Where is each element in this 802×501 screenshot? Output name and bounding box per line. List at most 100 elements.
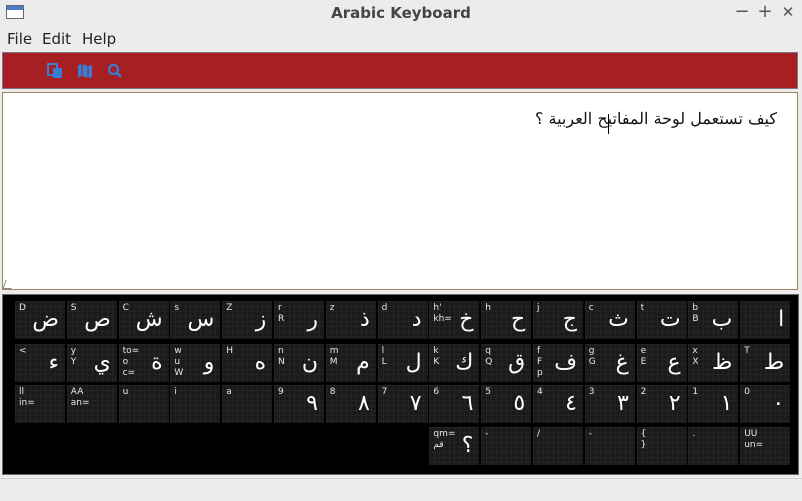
key-arabic-label: ع bbox=[667, 350, 681, 375]
key-r3-c12[interactable]: 3٣ bbox=[584, 385, 635, 423]
key-r4-c6[interactable]: . bbox=[688, 427, 739, 465]
key-r4-c4[interactable]: - bbox=[584, 427, 635, 465]
key-r1-c5[interactable]: Zز bbox=[222, 301, 273, 339]
key-arabic-label: ظ bbox=[712, 350, 733, 375]
key-r1-c13[interactable]: tت bbox=[636, 301, 687, 339]
key-latin-label: / bbox=[537, 429, 541, 439]
key-r2-c11[interactable]: f F pف bbox=[533, 344, 583, 382]
key-latin-label: h bbox=[485, 303, 491, 313]
key-r1-c14[interactable]: b Bب bbox=[688, 301, 739, 339]
key-r3-c15[interactable]: 0٠ bbox=[740, 385, 791, 423]
key-latin-label: i bbox=[174, 387, 177, 397]
key-r2-c8[interactable]: l Lل bbox=[377, 344, 428, 382]
key-r2-c12[interactable]: g Gغ bbox=[584, 344, 635, 382]
search-icon[interactable] bbox=[106, 62, 124, 80]
editor-text[interactable]: كيف تستعمل لوحة المفاتيح العربية ؟ bbox=[535, 109, 777, 128]
key-r1-c2[interactable]: Sص bbox=[66, 301, 117, 339]
key-r1-c6[interactable]: r Rر bbox=[274, 301, 324, 339]
key-latin-label: n N bbox=[278, 346, 285, 367]
key-r2-c6[interactable]: n Nن bbox=[274, 344, 324, 382]
key-r3-c7[interactable]: 8٨ bbox=[325, 385, 376, 423]
key-r2-c5[interactable]: Hه bbox=[222, 344, 273, 382]
key-arabic-label: ص bbox=[84, 307, 111, 332]
key-r2-c7[interactable]: m Mم bbox=[325, 344, 376, 382]
key-arabic-label: د bbox=[411, 307, 422, 332]
key-r3-c13[interactable]: 2٢ bbox=[636, 385, 687, 423]
key-r1-c9[interactable]: h' kh= خ bbox=[429, 301, 480, 339]
key-r4-c2[interactable]: - bbox=[481, 427, 532, 465]
key-arabic-label: ن bbox=[301, 350, 318, 375]
close-button[interactable]: ✕ bbox=[778, 2, 798, 22]
virtual-keyboard: DضSصCشsسZزr R ر z ذ d د h' kh= خ h ح j ج c ث t ت b B ب ا < ء… bbox=[2, 294, 799, 475]
key-latin-label: w u W bbox=[174, 346, 184, 378]
text-editor[interactable]: كيف تستعمل لوحة المفاتيح العربية ؟ bbox=[2, 92, 798, 290]
key-r3-c4[interactable]: i bbox=[170, 385, 221, 423]
key-r3-c11[interactable]: 4٤ bbox=[533, 385, 583, 423]
key-arabic-label: ٥ bbox=[513, 391, 526, 416]
key-r2-c2[interactable]: y Yي bbox=[66, 344, 117, 382]
key-latin-label: l L bbox=[381, 346, 387, 367]
menu-file[interactable]: File bbox=[7, 30, 32, 48]
maximize-button[interactable]: + bbox=[755, 2, 775, 22]
key-r1-c10[interactable]: hح bbox=[481, 301, 532, 339]
key-latin-label: 8 bbox=[329, 387, 336, 397]
key-arabic-label: ق bbox=[508, 350, 526, 375]
key-r1-c3[interactable]: Cش bbox=[118, 301, 169, 339]
key-arabic-label: ي bbox=[93, 350, 111, 375]
key-r1-c11[interactable]: jج bbox=[533, 301, 583, 339]
key-r3-c9[interactable]: 6٦ bbox=[429, 385, 480, 423]
title-bar: Arabic Keyboard − + ✕ bbox=[0, 0, 802, 26]
menu-help[interactable]: Help bbox=[82, 30, 116, 48]
key-r3-c10[interactable]: 5٥ bbox=[481, 385, 532, 423]
key-r2-c4[interactable]: w u Wو bbox=[170, 344, 221, 382]
key-latin-label: T bbox=[744, 346, 750, 356]
key-r2-c10[interactable]: q Qق bbox=[481, 344, 532, 382]
key-r3-c8[interactable]: 7٧ bbox=[377, 385, 428, 423]
key-latin-label: 2 bbox=[640, 387, 647, 397]
key-r1-c1[interactable]: Dض bbox=[15, 301, 65, 339]
key-r4-c5[interactable]: { } bbox=[636, 427, 687, 465]
key-r1-c7[interactable]: zذ bbox=[325, 301, 376, 339]
key-r3-c6[interactable]: 9٩ bbox=[274, 385, 324, 423]
key-r4-c3[interactable]: / bbox=[533, 427, 583, 465]
key-r2-c9[interactable]: k Kك bbox=[429, 344, 480, 382]
key-r2-c1[interactable]: < ء bbox=[15, 344, 65, 382]
menu-edit[interactable]: Edit bbox=[42, 30, 71, 48]
key-latin-label: 3 bbox=[588, 387, 595, 397]
minimize-button[interactable]: − bbox=[732, 2, 752, 22]
map-icon[interactable] bbox=[76, 62, 94, 80]
key-r1-c15[interactable]: ا bbox=[740, 301, 791, 339]
key-r4-c7[interactable]: UU un= bbox=[740, 427, 791, 465]
key-r1-c12[interactable]: cث bbox=[584, 301, 635, 339]
key-latin-label: f F p bbox=[537, 346, 543, 378]
key-latin-label: ll in= bbox=[19, 387, 35, 408]
key-r1-c8[interactable]: dد bbox=[377, 301, 428, 339]
key-r4-c1[interactable]: qm= قم ؟ bbox=[429, 427, 480, 465]
key-r2-c15[interactable]: Tط bbox=[740, 344, 791, 382]
key-r3-c1[interactable]: ll in= bbox=[15, 385, 65, 423]
key-r3-c3[interactable]: u bbox=[118, 385, 169, 423]
key-latin-label: 9 bbox=[278, 387, 284, 397]
key-r2-c13[interactable]: e Eع bbox=[636, 344, 687, 382]
key-r2-c3[interactable]: to= o c= ة bbox=[118, 344, 169, 382]
key-arabic-label: ر bbox=[307, 307, 318, 332]
key-latin-label: D bbox=[19, 303, 26, 313]
key-latin-label: t bbox=[640, 303, 645, 313]
key-r2-c14[interactable]: x Xظ bbox=[688, 344, 739, 382]
key-arabic-label: ت bbox=[659, 307, 681, 332]
key-latin-label: z bbox=[329, 303, 335, 313]
key-arabic-label: غ bbox=[615, 350, 629, 375]
key-latin-label: 6 bbox=[433, 387, 440, 397]
menu-bar: File Edit Help bbox=[0, 27, 802, 51]
key-latin-label: 7 bbox=[381, 387, 388, 397]
key-r3-c2[interactable]: AA an= bbox=[66, 385, 117, 423]
key-arabic-label: ٠ bbox=[772, 391, 785, 416]
key-arabic-label: ض bbox=[32, 307, 59, 332]
key-r3-c14[interactable]: 1١ bbox=[688, 385, 739, 423]
copy-icon[interactable] bbox=[46, 62, 64, 80]
key-latin-label: k K bbox=[433, 346, 440, 367]
key-latin-label: x X bbox=[692, 346, 699, 367]
key-r3-c5[interactable]: a bbox=[222, 385, 273, 423]
key-latin-label: H bbox=[226, 346, 233, 356]
key-r1-c4[interactable]: sس bbox=[170, 301, 221, 339]
